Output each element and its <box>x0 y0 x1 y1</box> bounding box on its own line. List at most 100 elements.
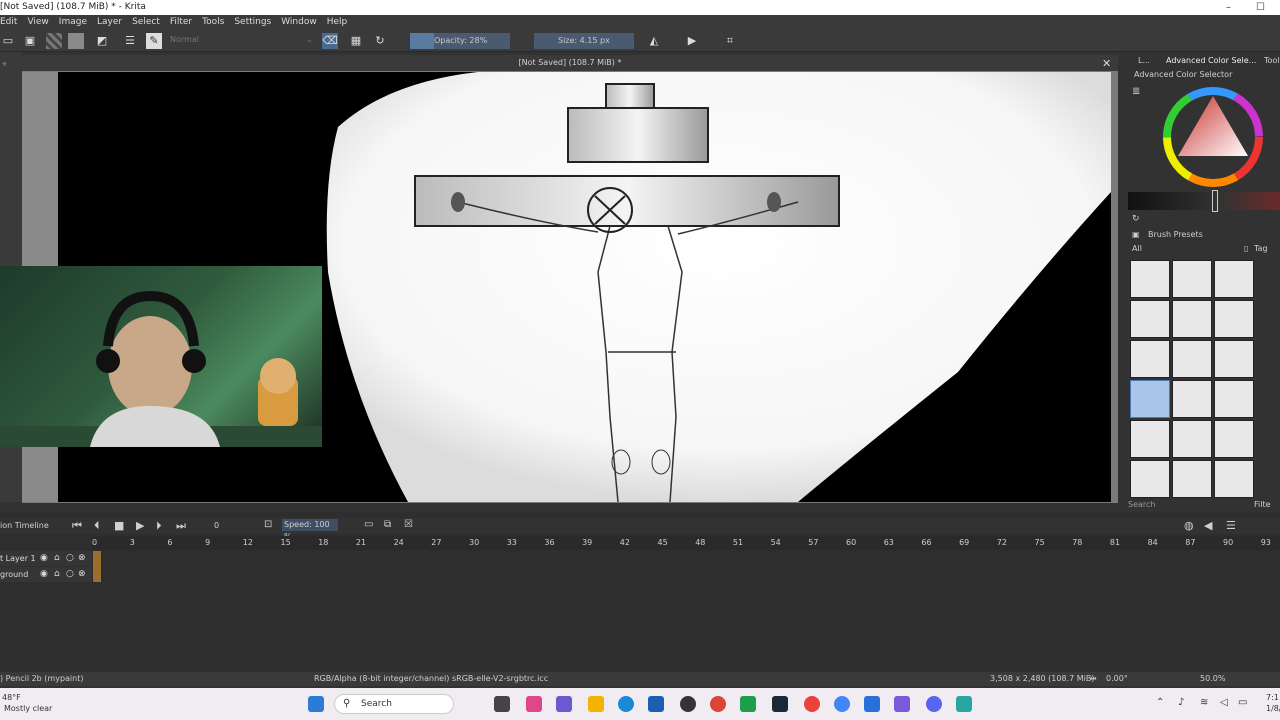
menu-view[interactable]: View <box>22 15 53 30</box>
brush-preset-ink-2[interactable] <box>1172 300 1212 338</box>
menu-window[interactable]: Window <box>276 15 322 30</box>
layer-row[interactable]: t Layer 1 ◉ ⌂ ○ ⊗ <box>0 551 92 566</box>
rotation-value[interactable]: 0.00° <box>1106 672 1128 686</box>
menu-help[interactable]: Help <box>322 15 353 30</box>
brush-preset-eraser[interactable] <box>1130 260 1170 298</box>
wifi-icon[interactable]: ≋ <box>1200 697 1208 708</box>
pin-layer-icon[interactable]: ⊗ <box>78 567 86 582</box>
preset-filter-checkbox[interactable]: Filte <box>1254 500 1271 509</box>
wrap-around-icon[interactable]: ⌗ <box>722 33 738 49</box>
dock-tab-color[interactable]: Advanced Color Sele... <box>1166 56 1256 65</box>
settings-icon[interactable]: ≣ <box>1132 86 1140 97</box>
menu-filter[interactable]: Filter <box>165 15 197 30</box>
last-frame-icon[interactable]: ⏭ <box>176 519 186 533</box>
refresh-icon[interactable]: ↻ <box>1132 214 1140 224</box>
chevron-up-icon[interactable]: ⌃ <box>1156 697 1164 708</box>
discord-icon[interactable] <box>926 696 942 712</box>
open-folder-icon[interactable]: ▭ <box>0 33 16 49</box>
chrome-icon[interactable] <box>710 696 726 712</box>
brush-preset-pencil-2[interactable] <box>1172 340 1212 378</box>
menu-image[interactable]: Image <box>54 15 92 30</box>
store-icon[interactable] <box>648 696 664 712</box>
reload-icon[interactable]: ↻ <box>372 33 388 49</box>
eye-icon[interactable]: ◉ <box>40 551 48 566</box>
onion-skin-icon[interactable]: ▭ <box>364 519 373 530</box>
tag-select[interactable]: Tag <box>1254 244 1268 253</box>
eye-icon[interactable]: ◉ <box>40 567 48 582</box>
pattern-icon[interactable] <box>46 33 62 49</box>
layer-row[interactable]: ground ◉ ⌂ ○ ⊗ <box>0 567 92 582</box>
onion-icon[interactable]: ○ <box>66 551 74 566</box>
menu-tools[interactable]: Tools <box>197 15 229 30</box>
frame-ruler[interactable] <box>92 536 1280 550</box>
brush-preset-pencil-3[interactable] <box>1214 340 1254 378</box>
frame-number-input[interactable]: 0 <box>214 521 219 530</box>
dock-tab-layers[interactable]: L... <box>1138 56 1150 65</box>
battery-icon[interactable]: ▭ <box>1238 697 1247 708</box>
chrome-2-icon[interactable] <box>834 696 850 712</box>
eraser-icon[interactable]: ⌫ <box>322 33 338 49</box>
copilot-icon[interactable] <box>526 696 542 712</box>
edge-icon[interactable] <box>618 696 634 712</box>
brush-preset-pencil-2b-selected[interactable] <box>1130 380 1170 418</box>
first-frame-icon[interactable]: ⏮ <box>72 519 82 533</box>
color-wheel[interactable] <box>1156 82 1270 192</box>
microphone-icon[interactable]: ♪ <box>1178 697 1184 708</box>
next-frame-icon[interactable]: ⏵ <box>156 519 162 533</box>
weather-temp[interactable]: 48°F <box>2 693 21 702</box>
menu-layer[interactable]: Layer <box>92 15 127 30</box>
zoom-value[interactable]: 50.0% <box>1200 672 1225 686</box>
maximize-button[interactable]: ☐ <box>1256 0 1265 15</box>
gradient-icon[interactable] <box>68 33 84 49</box>
stop-icon[interactable]: ■ <box>114 519 124 532</box>
rotate-icon[interactable]: ↔ <box>1090 672 1097 686</box>
brush-preset-pen-3[interactable] <box>1214 420 1254 458</box>
alpha-lock-icon[interactable]: ▦ <box>348 33 364 49</box>
clock-time[interactable]: 7:1 <box>1266 693 1279 702</box>
brush-preset-pen-2[interactable] <box>1172 420 1212 458</box>
weather-desc[interactable]: Mostly clear <box>4 704 52 713</box>
audio-icon[interactable]: ⧉ <box>384 519 391 530</box>
brush-preset-pen-4[interactable] <box>1130 460 1170 498</box>
brush-preset-pencil-4[interactable] <box>1172 380 1212 418</box>
pin-icon[interactable]: ◍ <box>1184 519 1194 532</box>
mirror-vertical-icon[interactable]: ▶ <box>684 33 700 49</box>
dock-menu-icon[interactable]: ▣ <box>1132 230 1140 239</box>
hamburger-menu-icon[interactable]: ☰ <box>1226 519 1236 532</box>
start-icon[interactable] <box>308 696 324 712</box>
excel-icon[interactable] <box>740 696 756 712</box>
size-slider[interactable]: Size: 4.15 px <box>534 33 634 49</box>
steam-icon[interactable] <box>772 696 788 712</box>
brush-preset-ink-1[interactable] <box>1130 300 1170 338</box>
speaker-icon[interactable]: ◁ <box>1220 697 1228 708</box>
dock-tab-tools[interactable]: Tool <box>1264 56 1280 65</box>
playhead[interactable] <box>93 551 101 582</box>
taskbar-search[interactable]: ⚲ Search <box>334 694 454 714</box>
teams-icon[interactable] <box>556 696 572 712</box>
color-slider-handle[interactable] <box>1212 190 1218 212</box>
brush-preset-pen-1[interactable] <box>1130 420 1170 458</box>
lock-icon[interactable]: ⌂ <box>54 567 60 582</box>
dell-icon[interactable] <box>680 696 696 712</box>
app-icon[interactable] <box>804 696 820 712</box>
volume-icon[interactable]: ◀ <box>1204 519 1212 532</box>
lock-icon[interactable]: ⌂ <box>54 551 60 566</box>
fg-bg-color-icon[interactable]: ◩ <box>94 33 110 49</box>
app-3-icon[interactable] <box>956 696 972 712</box>
brush-preset-ink-3[interactable] <box>1214 300 1254 338</box>
brush-preset-airbrush[interactable] <box>1214 260 1254 298</box>
prev-frame-icon[interactable]: ⏴ <box>94 519 100 533</box>
krita-icon[interactable] <box>894 696 910 712</box>
onion-icon[interactable]: ○ <box>66 567 74 582</box>
preset-search-input[interactable]: Search <box>1128 500 1155 509</box>
brush-preset-marker[interactable] <box>1172 260 1212 298</box>
pin-layer-icon[interactable]: ⊗ <box>78 551 86 566</box>
task-view-icon[interactable] <box>494 696 510 712</box>
brush-preset-icon[interactable]: ✎ <box>146 33 162 49</box>
drop-frames-icon[interactable]: ☒ <box>404 519 413 530</box>
close-icon[interactable]: ✕ <box>1102 57 1111 70</box>
mirror-horizontal-icon[interactable]: ◭ <box>646 33 662 49</box>
brush-settings-icon[interactable]: ☰ <box>122 33 138 49</box>
color-history-bar[interactable] <box>1128 192 1280 210</box>
tool-icon[interactable]: ⌖ <box>2 60 7 70</box>
